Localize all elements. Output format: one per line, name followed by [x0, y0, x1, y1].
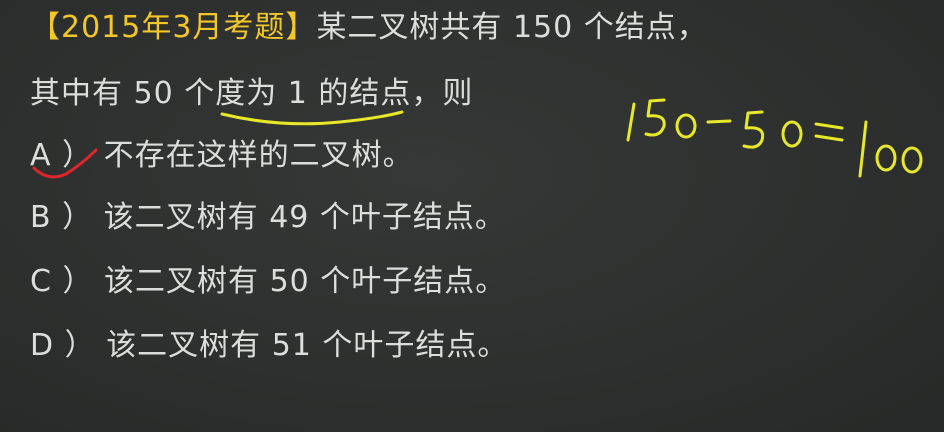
option-d: D ） 该二叉树有 51 个叶子结点。 — [30, 326, 508, 366]
option-a-text: 不存在这样的二叉树。 — [103, 138, 414, 173]
option-c-paren: ） — [51, 264, 105, 299]
stem-text-2: 其中有 50 个度为 1 的结点，则 — [30, 76, 474, 111]
option-b: B ） 该二叉树有 49 个叶子结点。 — [30, 198, 506, 238]
option-d-text: 该二叉树有 51 个叶子结点。 — [106, 328, 509, 363]
option-a-letter: A — [30, 138, 52, 173]
question-stem-line-2: 其中有 50 个度为 1 的结点，则 — [30, 74, 473, 114]
option-d-letter: D — [30, 328, 55, 363]
option-c-letter: C — [30, 264, 52, 299]
option-b-paren: ） — [51, 200, 104, 235]
option-c: C ） 该二叉树有 50 个叶子结点。 — [30, 262, 506, 302]
option-b-text: 该二叉树有 49 个叶子结点。 — [103, 200, 506, 235]
option-a-paren: ） — [51, 138, 104, 173]
option-b-letter: B — [30, 200, 52, 235]
stem-text-1: 某二叉树共有 150 个结点， — [316, 10, 708, 45]
option-d-paren: ） — [54, 328, 107, 363]
exam-tag: 【2015年3月考题】 — [30, 10, 317, 45]
option-c-text: 该二叉树有 50 个叶子结点。 — [104, 264, 507, 299]
question-stem-line-1: 【2015年3月考题】某二叉树共有 150 个结点， — [30, 8, 708, 48]
option-a: A ） 不存在这样的二叉树。 — [30, 136, 414, 176]
